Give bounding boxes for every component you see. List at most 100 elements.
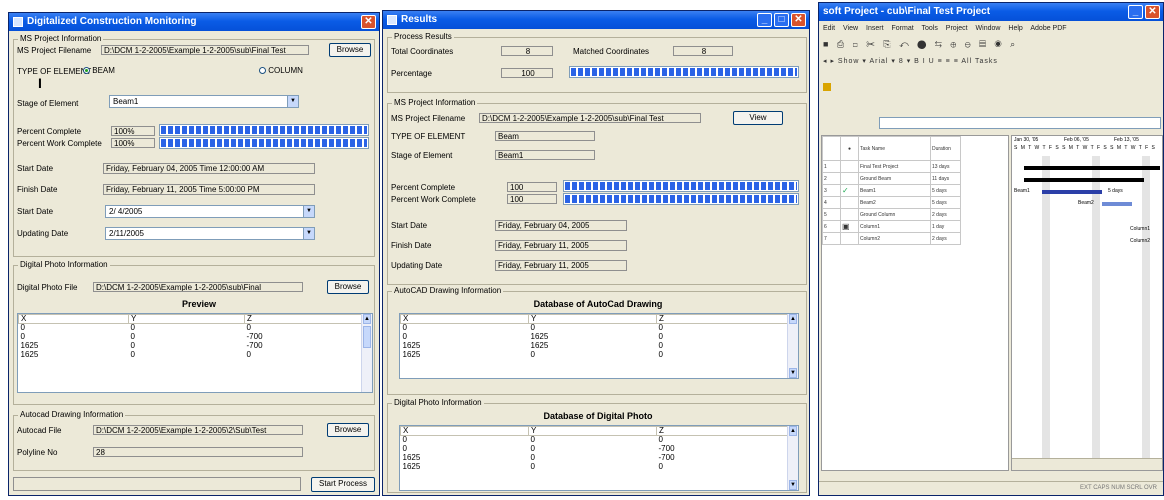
table-row[interactable]: 1625 0 0	[401, 463, 788, 472]
autocad-grid[interactable]: X Y Z 000 0 1625 0 1625 1625 0 1625 0 0 ▲ ▼	[399, 313, 799, 379]
menu-adobe-pdf[interactable]: Adobe PDF	[1030, 25, 1066, 32]
view-button[interactable]: View	[733, 111, 783, 125]
browse-photo-button[interactable]: Browse	[327, 280, 369, 294]
autocad-group-label: Autocad Drawing Information	[18, 410, 126, 419]
beam-radio-dot[interactable]	[83, 67, 90, 75]
table-row[interactable]: 1625 0 0	[19, 351, 362, 360]
autocad-scrollbar[interactable]: ▲ ▼	[787, 314, 798, 378]
summary-bar-ground-beam[interactable]	[1024, 178, 1144, 182]
scroll-down-icon[interactable]: ▼	[789, 368, 797, 378]
cell: 1625	[402, 462, 421, 471]
menu-tools[interactable]: Tools	[921, 25, 937, 32]
browse-project-button[interactable]: Browse	[329, 43, 371, 57]
start-process-button[interactable]: Start Process	[311, 477, 375, 492]
table-row[interactable]: 1625 0 -700	[19, 342, 362, 351]
stage-select[interactable]: Beam1 ▼	[109, 95, 299, 108]
task-id: 3	[822, 184, 841, 197]
close-icon[interactable]: ✕	[791, 13, 806, 27]
task-row[interactable]: 5 Ground Column 2 days	[822, 208, 961, 221]
autocad-file-field[interactable]: D:\DCM 1-2-2005\Example 1-2-2005\2\Sub\T…	[93, 425, 303, 435]
table-row[interactable]: 000	[19, 324, 362, 333]
formatting-toolbar[interactable]: ◂ ▸ Show ▾ Arial ▾ 8 ▾ B I U ≡ ≡ ≡ All T…	[819, 55, 1163, 69]
menu-project[interactable]: Project	[946, 25, 968, 32]
preview-grid[interactable]: X Y Z 000 0 0 -700 1625 0 -700 1625 0 0 ▲	[17, 313, 373, 393]
beam-radio[interactable]: BEAM	[83, 66, 115, 75]
table-row[interactable]: 0 0 -700	[19, 333, 362, 342]
close-icon[interactable]: ✕	[361, 15, 376, 29]
column-header[interactable]: Z	[656, 314, 788, 324]
gantt-chart[interactable]: Jan 30, '05 Feb 06, '05 Feb 13, '05 S M …	[1011, 135, 1163, 471]
mid-pwc-field: 100	[507, 194, 557, 204]
standard-toolbar[interactable]: ■ ⎙ ◻ ✂ ⎘ ↶ ⬤ ⇆ ⊕ ⊖ ▤ ◉ ⌕	[819, 37, 1163, 51]
photo-scrollbar[interactable]: ▲ ▼	[787, 426, 798, 490]
minimize-icon[interactable]: _	[1128, 5, 1143, 19]
menu-format[interactable]: Format	[891, 25, 913, 32]
preview-scrollbar[interactable]: ▲	[361, 314, 372, 392]
menu-edit[interactable]: Edit	[823, 25, 835, 32]
table-row[interactable]: 000	[401, 436, 788, 445]
column-header[interactable]: Y	[528, 426, 657, 436]
photo-table: X Y Z 000 0 0 -700 1625 0 -700 1625 0 0	[400, 426, 788, 472]
table-row[interactable]: 000	[401, 324, 788, 333]
menu-help[interactable]: Help	[1008, 25, 1022, 32]
menu-window[interactable]: Window	[976, 25, 1001, 32]
scroll-down-icon[interactable]: ▼	[789, 480, 797, 490]
task-row[interactable]: 6 ▣ Column1 1 day	[822, 220, 961, 233]
close-icon[interactable]: ✕	[1145, 5, 1160, 19]
task-row[interactable]: 2 Ground Beam 11 days	[822, 172, 961, 185]
menu-insert[interactable]: Insert	[866, 25, 884, 32]
photo-file-field[interactable]: D:\DCM 1-2-2005\Example 1-2-2005\sub\Fin…	[93, 282, 303, 292]
browse-autocad-button[interactable]: Browse	[327, 423, 369, 437]
scroll-thumb[interactable]	[363, 326, 371, 348]
chevron-down-icon[interactable]: ▼	[287, 96, 298, 107]
column-header[interactable]: Z	[244, 314, 362, 324]
task-row[interactable]: 4 Beam2 5 days	[822, 196, 961, 209]
duration-header[interactable]: Duration	[930, 136, 961, 161]
task-bar-beam1[interactable]	[1042, 190, 1102, 194]
table-row[interactable]: 0 1625 0	[401, 333, 788, 342]
photo-grid[interactable]: X Y Z 000 0 0 -700 1625 0 -700 1625 0 0 ▲ ▼	[399, 425, 799, 491]
task-indicator	[840, 160, 859, 173]
dcm-titlebar[interactable]: Digitalized Construction Monitoring ✕	[9, 13, 379, 31]
minimize-icon[interactable]: _	[757, 13, 772, 27]
column-header[interactable]: X	[400, 314, 529, 324]
menu-view[interactable]: View	[843, 25, 858, 32]
chevron-down-icon[interactable]: ▼	[303, 206, 314, 217]
scroll-up-icon[interactable]: ▲	[363, 314, 371, 324]
chevron-down-icon[interactable]: ▼	[303, 228, 314, 239]
polyline-field[interactable]: 28	[93, 447, 303, 457]
percent-complete-bar	[159, 124, 369, 136]
filename-field[interactable]: D:\DCM 1-2-2005\Example 1-2-2005\sub\Fin…	[101, 45, 309, 55]
column-header[interactable]: Y	[528, 314, 657, 324]
percent-complete-field: 100%	[111, 126, 155, 136]
table-row[interactable]: 1625 1625 0	[401, 342, 788, 351]
task-row[interactable]: 7 Column2 2 days	[822, 232, 961, 245]
task-name-header[interactable]: Task Name	[858, 136, 931, 161]
task-bar-beam2[interactable]	[1102, 202, 1132, 206]
updating-date-picker[interactable]: 2/11/2005 ▼	[105, 227, 315, 240]
column-radio[interactable]: COLUMN	[259, 66, 303, 75]
column-radio-dot[interactable]	[259, 67, 266, 75]
table-row[interactable]: 1625 0 0	[401, 351, 788, 360]
updating-date-picker-value: 2/11/2005	[109, 229, 144, 238]
maximize-icon[interactable]: □	[774, 13, 789, 27]
results-titlebar[interactable]: Results _ □ ✕	[383, 11, 809, 29]
task-sheet[interactable]: ● Task Name Duration 1 Final Test Project…	[821, 135, 1009, 471]
scroll-up-icon[interactable]: ▲	[789, 314, 797, 324]
indicator-header: ●	[840, 136, 859, 161]
ms-project-titlebar[interactable]: soft Project - cub\Final Test Project _ …	[819, 3, 1163, 21]
entry-bar[interactable]	[879, 117, 1161, 129]
start-date-picker[interactable]: 2/ 4/2005 ▼	[105, 205, 315, 218]
column-header[interactable]: Y	[128, 314, 245, 324]
column-header[interactable]: X	[18, 314, 129, 324]
table-row[interactable]: 1625 0 -700	[401, 454, 788, 463]
task-row[interactable]: 3 ✓ Beam1 5 days	[822, 184, 961, 197]
task-row[interactable]: 1 Final Test Project 13 days	[822, 160, 961, 173]
summary-bar-project[interactable]	[1024, 166, 1160, 170]
column-header[interactable]: X	[400, 426, 529, 436]
process-results-label: Process Results	[392, 32, 454, 41]
column-header[interactable]: Z	[656, 426, 788, 436]
scroll-up-icon[interactable]: ▲	[789, 426, 797, 436]
table-row[interactable]: 0 0 -700	[401, 445, 788, 454]
gantt-hscrollbar[interactable]	[1012, 458, 1162, 470]
